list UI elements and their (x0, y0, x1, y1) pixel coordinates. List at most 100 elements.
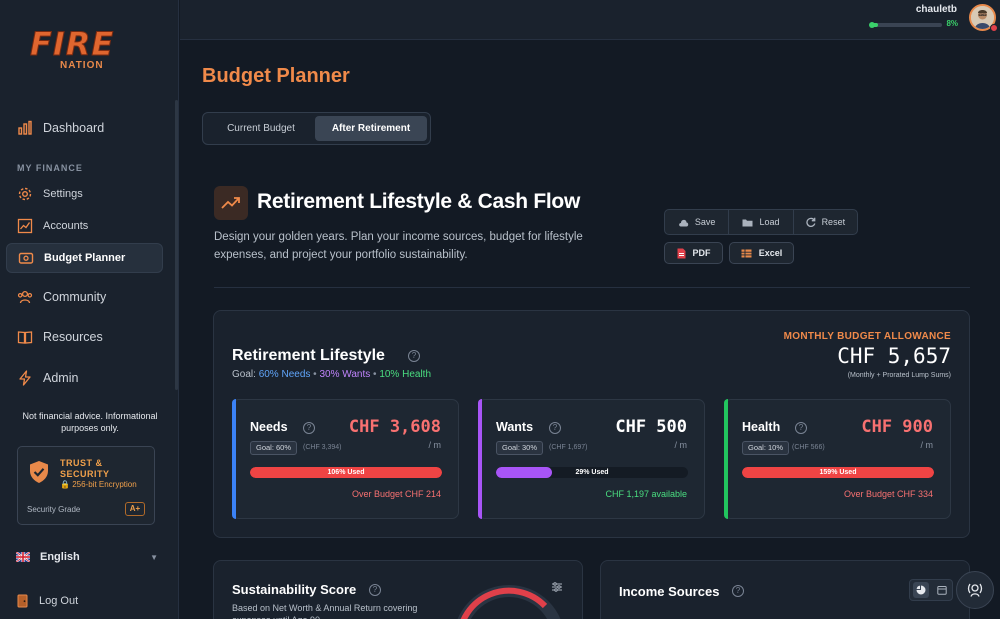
sidebar-item-settings[interactable]: Settings (6, 179, 163, 209)
card-usage-bar: 159% Used (742, 467, 934, 478)
line-chart-icon (17, 218, 33, 234)
assistant-button[interactable] (956, 571, 994, 609)
help-icon[interactable]: ? (795, 422, 807, 434)
card-usage-text: 29% Used (575, 469, 609, 476)
save-button[interactable]: Save (665, 210, 730, 234)
avatar-status-badge (990, 24, 998, 32)
income-sources-panel: Income Sources ? (600, 560, 970, 619)
card-status: Over Budget CHF 334 (843, 489, 933, 499)
folder-icon (742, 218, 753, 227)
pie-chart-view-button[interactable] (912, 582, 929, 598)
card-accent-bar (478, 399, 482, 519)
goal-separator: • (373, 369, 377, 380)
pdf-file-icon (677, 248, 686, 259)
sidebar-item-label: Budget Planner (44, 252, 126, 264)
wants-card[interactable]: Wants ? CHF 500 / m Goal: 30% (CHF 1,697… (478, 399, 705, 519)
help-icon[interactable]: ? (408, 350, 420, 362)
card-goal-reference: (CHF 1,697) (549, 444, 588, 451)
username[interactable]: chauletb (916, 4, 957, 15)
tab-current-budget[interactable]: Current Budget (206, 116, 316, 141)
users-icon (17, 289, 33, 305)
disclaimer-text: Not financial advice. Informational purp… (22, 411, 158, 433)
card-name: Needs (250, 420, 288, 434)
card-goal-badge: Goal: 60% (250, 441, 298, 455)
fire-nation-logo[interactable]: FIRE NATION (30, 28, 130, 76)
card-name: Wants (496, 420, 534, 434)
logout-icon (17, 594, 28, 608)
goal-prefix: Goal: (232, 369, 256, 380)
card-goal-reference: (CHF 566) (792, 444, 825, 451)
caret-down-icon: ▼ (150, 552, 158, 562)
tab-after-retirement[interactable]: After Retirement (315, 116, 427, 141)
card-goal-badge: Goal: 30% (496, 441, 544, 455)
sidebar-item-dashboard[interactable]: Dashboard (6, 113, 163, 143)
help-icon[interactable]: ? (549, 422, 561, 434)
sidebar-section-label: MY FINANCE (17, 163, 83, 173)
logo-text: FIRE (30, 25, 115, 63)
card-accent-bar (232, 399, 236, 519)
load-button[interactable]: Load (729, 210, 794, 234)
shield-check-icon (28, 460, 50, 489)
trending-up-icon (214, 186, 248, 220)
profile-progress-bar (869, 21, 942, 28)
card-unit: / m (674, 440, 688, 450)
hero-title: Retirement Lifestyle & Cash Flow (257, 190, 580, 213)
reset-label: Reset (821, 217, 846, 227)
refresh-icon (805, 217, 816, 227)
hero-description: Design your golden years. Plan your inco… (214, 231, 583, 261)
trust-title: TRUST & SECURITY (60, 458, 110, 480)
table-icon (741, 249, 752, 258)
assistant-icon (967, 583, 983, 597)
security-grade-badge: A+ (125, 502, 145, 516)
sidebar-item-label: Community (43, 290, 107, 304)
sidebar: FIRE NATION Dashboard MY FINANCE Setting… (0, 0, 179, 619)
sidebar-item-admin[interactable]: Admin (6, 363, 163, 393)
excel-export-button[interactable]: Excel (729, 242, 794, 264)
pie-chart-icon (916, 585, 925, 595)
calendar-view-button[interactable] (934, 582, 950, 598)
goal-needs: 60% Needs (258, 369, 311, 380)
allowance-note: (Monthly + Prorated Lump Sums) (847, 372, 951, 379)
pdf-export-button[interactable]: PDF (664, 242, 723, 264)
bar-chart-icon (17, 120, 33, 136)
help-icon[interactable]: ? (732, 585, 744, 597)
sidebar-scrollbar[interactable] (175, 100, 178, 390)
sidebar-item-accounts[interactable]: Accounts (6, 211, 163, 241)
card-unit: / m (920, 440, 934, 450)
sidebar-item-budget-planner[interactable]: Budget Planner (6, 243, 163, 273)
reset-button[interactable]: Reset (794, 210, 857, 234)
card-usage-text: 159% Used (819, 469, 857, 476)
card-usage-bar: 106% Used (250, 467, 442, 478)
sidebar-item-community[interactable]: Community (6, 282, 163, 312)
allowance-value: CHF 5,657 (837, 344, 951, 368)
trust-title-line2: SECURITY (60, 469, 110, 479)
sidebar-item-label: Dashboard (43, 121, 105, 135)
sustainability-gauge (457, 585, 561, 619)
trust-subtitle-text: 256-bit Encryption (72, 480, 137, 489)
card-goal-badge: Goal: 10% (742, 441, 790, 455)
sidebar-item-label: Settings (43, 188, 83, 200)
profile-progress-text: 8% (946, 19, 958, 28)
help-icon[interactable]: ? (369, 584, 381, 596)
card-status: Over Budget CHF 214 (351, 489, 441, 499)
health-card[interactable]: Health ? CHF 900 / m Goal: 10% (CHF 566)… (724, 399, 951, 519)
help-icon[interactable]: ? (303, 422, 315, 434)
logout-button[interactable]: Log Out (17, 594, 78, 608)
sidebar-item-resources[interactable]: Resources (6, 322, 163, 352)
sustainability-subtitle: Based on Net Worth & Annual Return cover… (232, 603, 418, 619)
sidebar-item-label: Accounts (43, 220, 89, 232)
sustainability-title: Sustainability Score (232, 582, 357, 597)
profile-progress-dot (869, 21, 875, 28)
trust-security-card: TRUST & SECURITY 🔒 256-bit Encryption Se… (17, 446, 155, 525)
gear-icon (17, 186, 33, 202)
goal-health: 10% Health (379, 369, 432, 380)
language-selector[interactable]: English ▼ (16, 549, 158, 565)
load-label: Load (759, 217, 780, 227)
lightning-icon (17, 370, 33, 386)
lifestyle-title: Retirement Lifestyle (232, 347, 385, 364)
needs-card[interactable]: Needs ? CHF 3,608 / m Goal: 60% (CHF 3,3… (232, 399, 459, 519)
allowance-label: MONTHLY BUDGET ALLOWANCE (783, 331, 951, 342)
card-goal-reference: (CHF 3,394) (303, 444, 342, 451)
lock-icon: 🔒 (60, 480, 70, 489)
file-actions-group: Save Load Reset (664, 209, 858, 235)
